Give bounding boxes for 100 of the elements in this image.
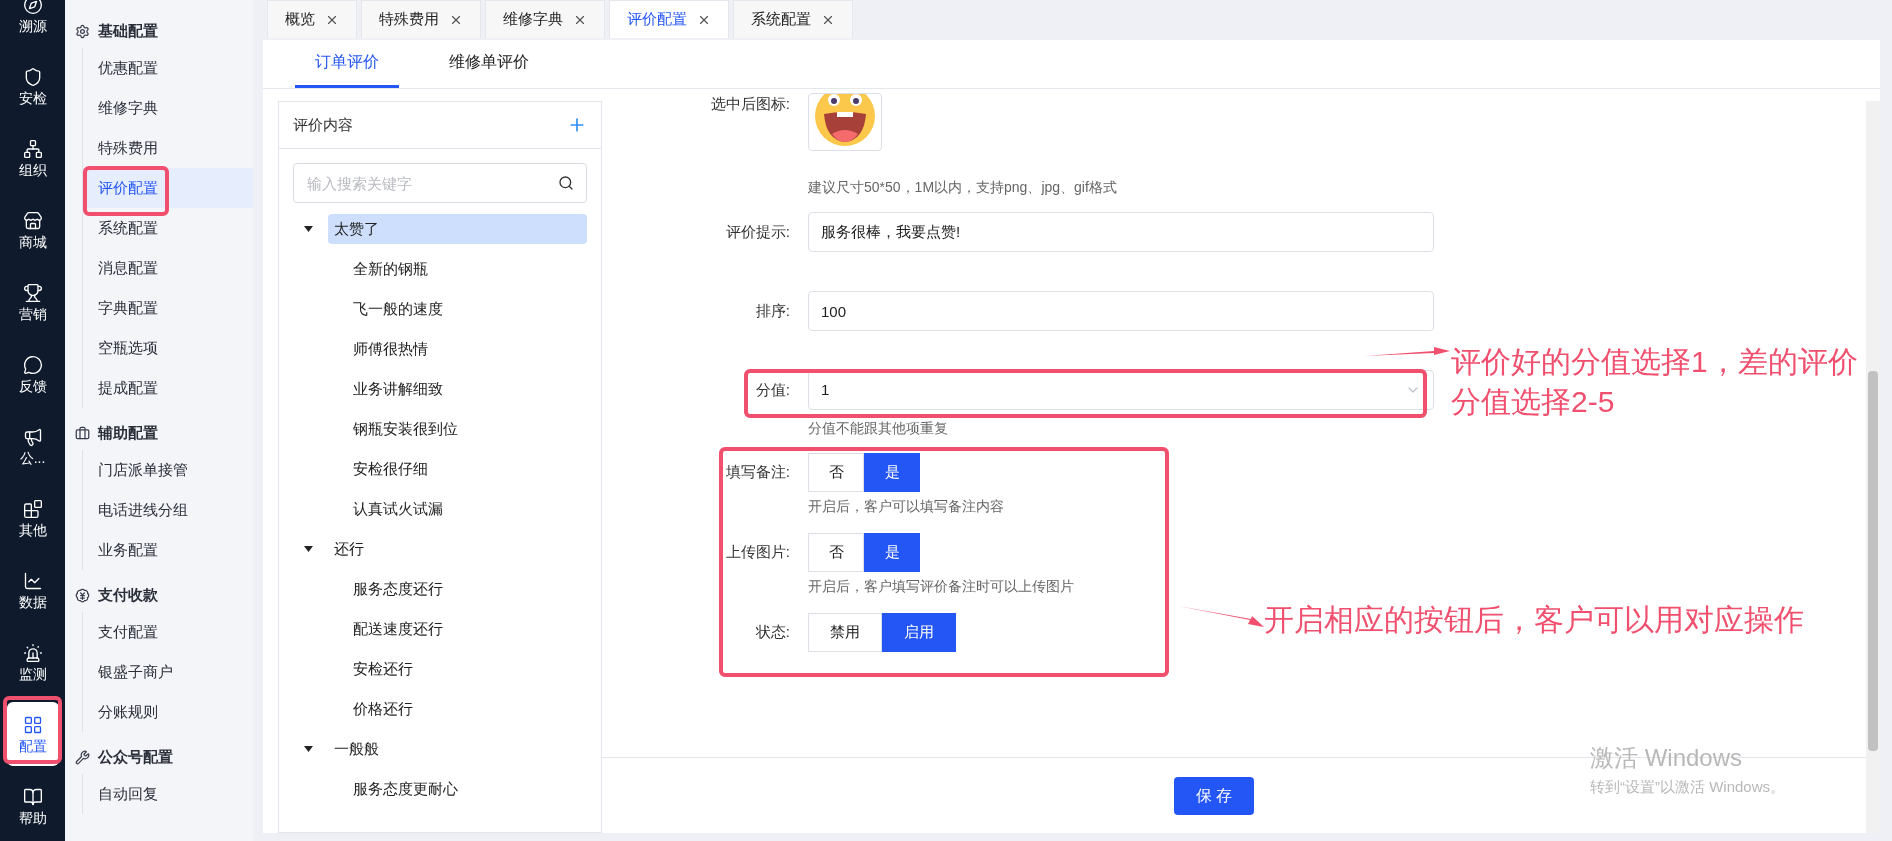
nav-rail-item[interactable]: 监测	[6, 630, 59, 694]
form-label: 状态:	[754, 622, 791, 643]
alarm-icon	[22, 643, 43, 663]
nav-rail-item[interactable]: 其他	[6, 486, 59, 550]
nav-rail-item[interactable]: 公...	[6, 414, 59, 478]
nav-rail-item[interactable]: 安检	[6, 54, 59, 118]
search-icon	[558, 175, 574, 191]
menu-item[interactable]: 维修字典	[83, 88, 253, 128]
tree-leaf[interactable]: 钢瓶安装很到位	[353, 417, 458, 441]
briefcase-icon	[75, 425, 90, 441]
tree-leaf[interactable]: 价格还行	[353, 697, 413, 721]
menu-item[interactable]: 消息配置	[83, 248, 253, 288]
menu-item[interactable]: 空瓶选项	[83, 328, 253, 368]
nav-rail-item[interactable]: 营销	[6, 270, 59, 334]
nav-rail-item[interactable]: 配置	[6, 702, 59, 766]
compass-icon	[22, 0, 43, 15]
menu-item[interactable]: 系统配置	[83, 208, 253, 248]
page-tab[interactable]: 特殊费用	[361, 0, 481, 38]
activation-subtitle: 转到“设置”以激活 Windows。	[1590, 777, 1785, 797]
menu-item[interactable]: 优惠配置	[83, 48, 253, 88]
toggle-hint: 开启后，客户可以填写备注内容	[808, 497, 1005, 516]
annotation-text: 评价好的分值选择1，差的评价分值选择2-5	[1451, 344, 1859, 420]
sub-tab[interactable]: 维修单评价	[429, 39, 549, 88]
form-label: 选中后图标:	[709, 94, 791, 114]
text-field[interactable]: 服务很棒，我要点赞!	[808, 212, 1434, 252]
menu-item[interactable]: 字典配置	[83, 288, 253, 328]
network-icon	[22, 139, 43, 159]
caret-icon[interactable]	[304, 226, 313, 232]
toggle-option[interactable]: 是	[864, 453, 920, 492]
tree-leaf[interactable]: 服务态度更耐心	[353, 777, 458, 801]
tree-leaf[interactable]: 师傅很热情	[353, 337, 428, 361]
form-label: 填写备注:	[724, 462, 791, 483]
highlight-frame	[3, 696, 62, 764]
menu-item[interactable]: 评价配置	[83, 168, 253, 208]
tree-leaf[interactable]: 业务讲解细致	[353, 377, 443, 401]
annotation-text: 开启相应的按钮后，客户可以用对应操作	[1264, 602, 1804, 638]
toggle-option[interactable]: 启用	[882, 613, 956, 652]
blocks-icon	[22, 499, 43, 519]
nav-rail-item[interactable]: 商城	[6, 198, 59, 262]
caret-icon[interactable]	[304, 546, 313, 552]
page-tab[interactable]: 评价配置	[609, 0, 729, 38]
tree-leaf[interactable]: 服务态度还行	[353, 577, 443, 601]
nav-rail-item[interactable]: 数据	[6, 558, 59, 622]
nav-rail-item[interactable]: 帮助	[6, 774, 59, 838]
menu-item[interactable]: 支付配置	[83, 612, 253, 652]
save-button[interactable]: 保 存	[1174, 776, 1254, 815]
search-field[interactable]: 输入搜索关键字	[293, 163, 587, 203]
menu-item[interactable]: 自动回复	[83, 774, 253, 814]
sub-tab[interactable]: 订单评价	[295, 39, 399, 88]
form-label: 评价提示:	[724, 221, 791, 242]
tree-leaf[interactable]: 认真试火试漏	[353, 497, 443, 521]
menu-item[interactable]: 分账规则	[83, 692, 253, 732]
tree-leaf[interactable]: 飞一般的速度	[353, 297, 443, 321]
page-tab[interactable]: 系统配置	[733, 0, 853, 38]
nav-rail-item[interactable]: 组织	[6, 126, 59, 190]
megaphone-icon	[22, 427, 43, 447]
menu-section-title: 支付收款	[98, 584, 158, 605]
toggle-option[interactable]: 是	[864, 533, 920, 572]
yen-shield-icon	[75, 587, 90, 603]
form-label: 分值:	[754, 379, 791, 400]
toggle-option[interactable]: 否	[808, 453, 864, 492]
toggle-hint: 开启后，客户填写评价备注时可以上传图片	[808, 577, 1075, 596]
score-select[interactable]: 1	[808, 370, 1434, 410]
menu-item[interactable]: 特殊费用	[83, 128, 253, 168]
menu-item[interactable]: 电话进线分组	[83, 490, 253, 530]
tree-leaf[interactable]: 安检还行	[353, 657, 413, 681]
page-tab[interactable]: 维修字典	[485, 0, 605, 38]
form-label: 上传图片:	[724, 542, 791, 563]
panel-title: 评价内容	[293, 114, 353, 135]
menu-section-title: 基础配置	[98, 20, 158, 41]
menu-section-title: 辅助配置	[98, 422, 158, 443]
settings-icon	[75, 23, 90, 39]
upload-hint: 建议尺寸50*50，1M以内，支持png、jpg、gif格式	[808, 178, 1118, 197]
tree-node[interactable]: 一般般	[328, 734, 587, 764]
toggle-option[interactable]: 禁用	[808, 613, 882, 652]
menu-item[interactable]: 门店派单接管	[83, 450, 253, 490]
chart-icon	[22, 571, 43, 591]
text-field[interactable]: 100	[808, 291, 1434, 331]
caret-icon[interactable]	[304, 746, 313, 752]
tree-leaf[interactable]: 全新的钢瓶	[353, 257, 428, 281]
activation-title: 激活 Windows	[1590, 743, 1744, 773]
icon-upload-preview[interactable]	[808, 93, 882, 151]
trophy-icon	[22, 283, 43, 303]
toggle-option[interactable]: 否	[808, 533, 864, 572]
menu-section-title: 公众号配置	[98, 746, 173, 767]
page-tab[interactable]: 概览	[267, 0, 357, 38]
menu-item[interactable]: 提成配置	[83, 368, 253, 408]
scrollbar-thumb[interactable]	[1868, 371, 1878, 751]
tree-node[interactable]: 太赞了	[328, 214, 587, 244]
menu-item[interactable]: 业务配置	[83, 530, 253, 570]
tree-leaf[interactable]: 安检很仔细	[353, 457, 428, 481]
menu-item[interactable]: 银盛子商户	[83, 652, 253, 692]
score-hint: 分值不能跟其他项重复	[808, 419, 949, 438]
chat-icon	[22, 355, 43, 375]
nav-rail-item[interactable]: 溯源	[6, 0, 59, 46]
tree-leaf[interactable]: 配送速度还行	[353, 617, 443, 641]
nav-rail-item[interactable]: 反馈	[6, 342, 59, 406]
grid-icon	[22, 715, 43, 735]
tree-node[interactable]: 还行	[328, 534, 587, 564]
book-icon	[22, 787, 43, 807]
